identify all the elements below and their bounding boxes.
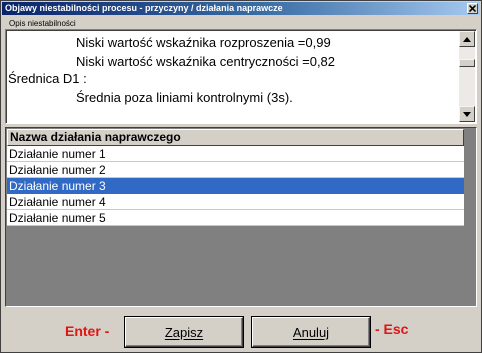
button-bar: Enter - Zapisz Anuluj - Esc	[1, 309, 481, 352]
description-textbox[interactable]: Niski wartość wskaźnika rozproszenia =0,…	[5, 29, 477, 124]
esc-hint: - Esc	[375, 321, 409, 337]
title-bar[interactable]: Objawy niestabilności procesu - przyczyn…	[2, 2, 480, 15]
description-line: Średnia poza liniami kontrolnymi (3s).	[76, 90, 293, 105]
column-header[interactable]: Nazwa działania naprawczego	[7, 129, 464, 146]
close-icon	[469, 5, 476, 12]
cancel-button[interactable]: Anuluj	[252, 317, 370, 347]
description-line: Niski wartość wskaźnika centryczności =0…	[76, 54, 336, 69]
cancel-button-label: Anuluj	[292, 324, 330, 340]
actions-table: Nazwa działania naprawczego Działanie nu…	[7, 129, 464, 226]
list-item[interactable]: Działanie numer 4	[7, 194, 464, 210]
enter-hint: Enter -	[65, 323, 110, 339]
chevron-down-icon	[463, 111, 471, 117]
scroll-up-button[interactable]	[459, 31, 475, 47]
description-line: Średnica D1 :	[8, 71, 87, 86]
description-line: Niski wartość wskaźnika rozproszenia =0,…	[76, 35, 331, 50]
dialog-window: Objawy niestabilności procesu - przyczyn…	[0, 0, 482, 353]
window-title: Objawy niestabilności procesu - przyczyn…	[5, 3, 283, 13]
chevron-up-icon	[463, 36, 471, 42]
description-label: Opis niestabilności	[9, 19, 76, 28]
save-button[interactable]: Zapisz	[125, 317, 243, 347]
list-item[interactable]: Działanie numer 1	[7, 146, 464, 162]
list-item-selected[interactable]: Działanie numer 3	[7, 178, 464, 194]
scroll-down-button[interactable]	[459, 106, 475, 122]
description-scrollbar[interactable]	[459, 31, 475, 122]
list-item[interactable]: Działanie numer 2	[7, 162, 464, 178]
save-button-label: Zapisz	[164, 324, 204, 340]
actions-list: Nazwa działania naprawczego Działanie nu…	[5, 127, 477, 307]
scroll-thumb[interactable]	[459, 59, 475, 67]
close-button[interactable]	[467, 3, 478, 14]
list-item[interactable]: Działanie numer 5	[7, 210, 464, 226]
